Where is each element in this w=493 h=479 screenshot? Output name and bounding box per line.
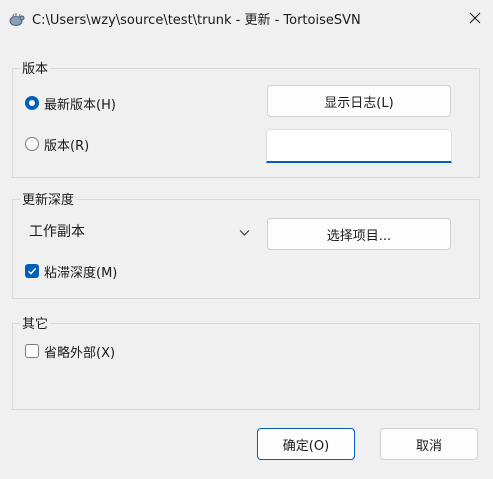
ok-button[interactable]: 确定(O) [257, 428, 355, 460]
close-icon [469, 12, 481, 24]
revision-label[interactable]: 版本(R) [44, 135, 89, 154]
other-group [12, 323, 480, 410]
title-bar: C:\Users\wzy\source\test\trunk - 更新 - To… [0, 0, 493, 36]
chevron-down-icon [239, 226, 250, 241]
revision-radio[interactable] [25, 137, 39, 151]
depth-group-label: 更新深度 [20, 189, 77, 208]
depth-select[interactable]: 工作副本 [24, 218, 254, 244]
omit-externals-label[interactable]: 省略外部(X) [44, 342, 115, 361]
ok-label: 确定(O) [282, 438, 330, 454]
sticky-depth-label[interactable]: 粘滞深度(M) [44, 262, 117, 281]
depth-select-value: 工作副本 [29, 224, 85, 240]
revision-group-label: 版本 [20, 58, 51, 77]
show-log-button[interactable]: 显示日志(L) [267, 85, 451, 117]
choose-items-label: 选择项目... [326, 228, 392, 244]
other-group-label: 其它 [20, 313, 51, 332]
omit-externals-checkbox[interactable] [25, 344, 39, 358]
head-revision-label[interactable]: 最新版本(H) [44, 94, 116, 113]
choose-items-button[interactable]: 选择项目... [267, 218, 451, 250]
show-log-label: 显示日志(L) [324, 95, 394, 111]
checkmark-icon [28, 267, 37, 275]
cancel-label: 取消 [415, 438, 442, 454]
window-title: C:\Users\wzy\source\test\trunk - 更新 - To… [32, 13, 361, 28]
sticky-depth-checkbox[interactable] [25, 264, 39, 278]
close-button[interactable] [456, 0, 493, 36]
head-revision-radio[interactable] [25, 96, 39, 110]
tortoise-icon [7, 10, 25, 28]
cancel-button[interactable]: 取消 [380, 428, 478, 460]
revision-input[interactable] [266, 129, 452, 163]
